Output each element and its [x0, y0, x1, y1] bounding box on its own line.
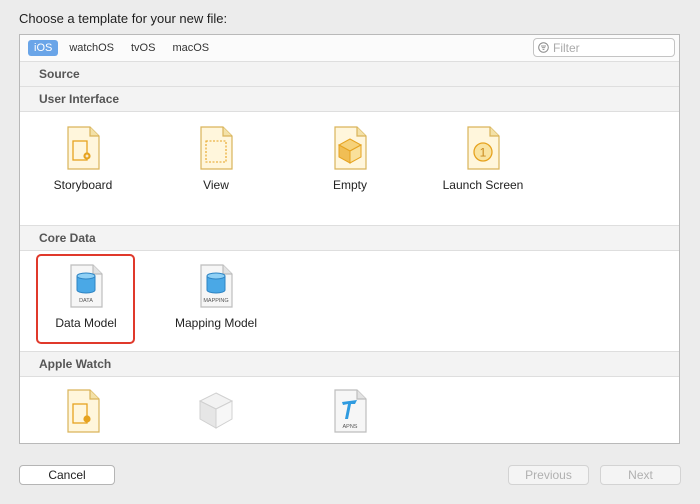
filter-input[interactable]	[549, 40, 663, 55]
tab-ios[interactable]: iOS	[28, 40, 59, 56]
section-apple-watch: Apple Watch	[20, 351, 679, 377]
item-label: Data Model	[55, 316, 117, 330]
tab-watchos[interactable]: watchOS	[63, 40, 120, 56]
data-badge-text: DATA	[79, 298, 93, 304]
template-panel: iOS watchOS tvOS macOS Source User Inter…	[19, 34, 680, 444]
view-file-icon	[200, 126, 233, 170]
cube-icon	[198, 392, 234, 429]
prompt-title: Choose a template for your new file:	[19, 11, 228, 26]
previous-button[interactable]: Previous	[508, 465, 589, 485]
platform-bar: iOS watchOS tvOS macOS	[20, 35, 679, 62]
section-source: Source	[20, 62, 679, 87]
template-storyboard[interactable]: Storyboard	[33, 126, 133, 192]
apns-badge-text: APNS	[343, 424, 358, 430]
section-user-interface: User Interface	[20, 87, 679, 112]
template-apns[interactable]: APNS	[300, 389, 400, 433]
mapping-badge-text: MAPPING	[203, 298, 228, 304]
launch-screen-file-icon: 1	[467, 126, 500, 170]
next-button[interactable]: Next	[600, 465, 681, 485]
item-label: Mapping Model	[174, 316, 258, 330]
storyboard-file-icon	[67, 126, 100, 170]
apple-watch-row: APNS	[20, 377, 679, 433]
filter-icon	[538, 42, 549, 53]
item-label: Launch Screen	[442, 178, 524, 192]
mapping-model-file-icon: MAPPING	[200, 264, 233, 308]
template-watch-storyboard[interactable]	[33, 389, 133, 433]
filter-field[interactable]	[533, 38, 675, 57]
item-label: Empty	[332, 178, 367, 192]
launch-badge-text: 1	[480, 146, 487, 160]
cancel-button[interactable]: Cancel	[19, 465, 115, 485]
empty-file-icon	[334, 126, 367, 170]
template-mapping-model[interactable]: MAPPING Mapping Model	[166, 264, 266, 330]
template-launch-screen[interactable]: 1 Launch Screen	[433, 126, 533, 192]
tab-macos[interactable]: macOS	[166, 40, 215, 56]
template-data-model[interactable]: DATA Data Model	[36, 264, 136, 330]
user-interface-row: Storyboard View Empty 1 Launch Screen	[20, 112, 679, 225]
watch-storyboard-file-icon	[67, 389, 100, 433]
template-watch-cube[interactable]	[166, 389, 266, 433]
tab-tvos[interactable]: tvOS	[125, 40, 161, 56]
item-label: View	[203, 178, 229, 192]
item-label: Storyboard	[53, 178, 113, 192]
template-empty[interactable]: Empty	[300, 126, 400, 192]
data-model-file-icon: DATA	[70, 264, 103, 308]
apns-file-icon: APNS	[334, 389, 367, 433]
core-data-row: DATA Data Model MAPPING Mapping Model	[20, 251, 679, 351]
template-view[interactable]: View	[166, 126, 266, 192]
section-core-data: Core Data	[20, 225, 679, 251]
